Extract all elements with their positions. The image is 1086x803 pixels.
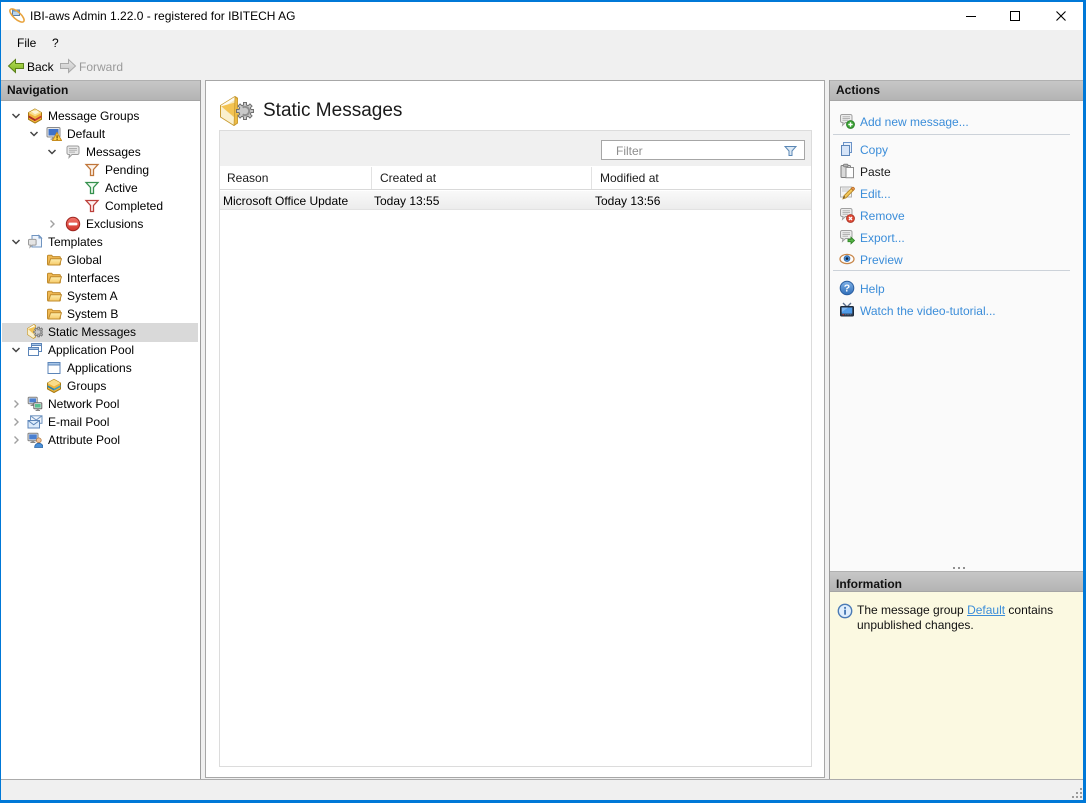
svg-text:?: ? [844,283,850,295]
